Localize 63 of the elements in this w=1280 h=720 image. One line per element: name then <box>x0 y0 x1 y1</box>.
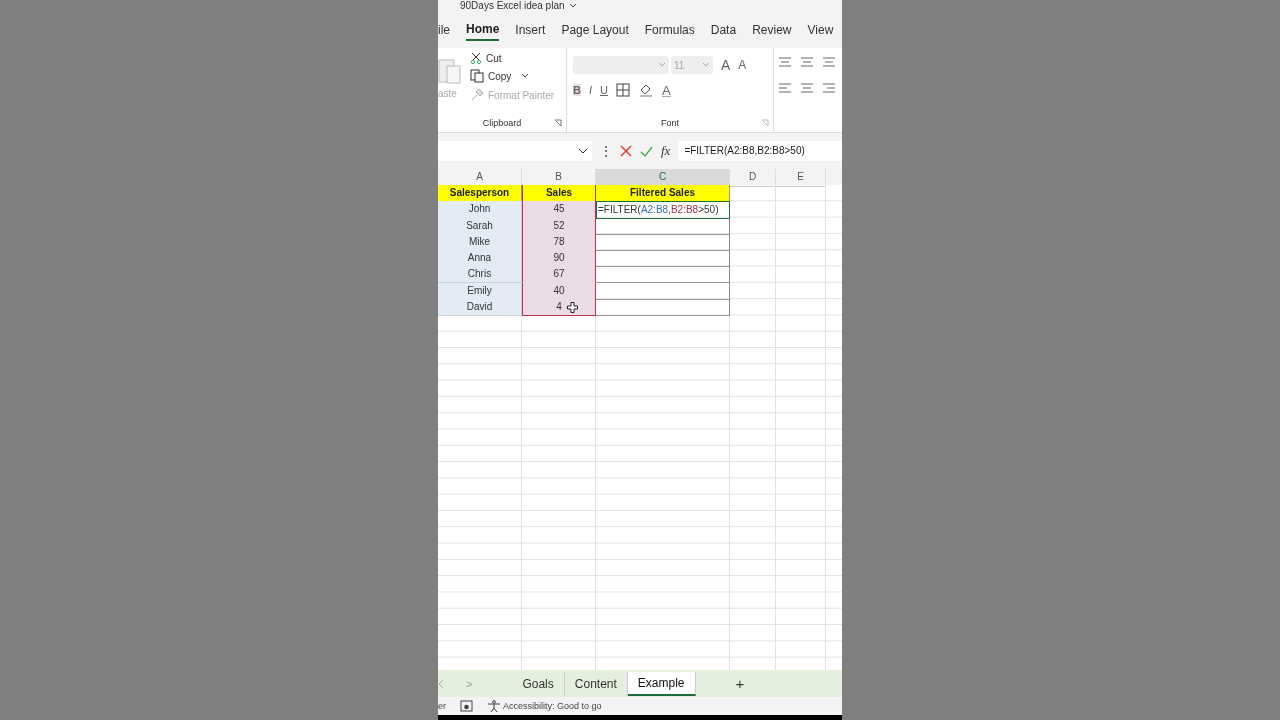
table-cell: 45 <box>522 201 596 220</box>
grow-font-button[interactable]: A <box>721 57 731 73</box>
underline-button[interactable]: U <box>600 84 608 96</box>
camera-icon[interactable] <box>460 700 473 712</box>
sheet-tab[interactable]: Example <box>627 671 696 696</box>
ribbon-tab[interactable]: View <box>807 20 834 40</box>
align-icon[interactable] <box>800 82 814 94</box>
caret-icon[interactable] <box>521 73 530 79</box>
chevron-icon[interactable] <box>568 3 577 9</box>
check-icon[interactable] <box>640 145 653 157</box>
shrink-font-button[interactable]: A <box>738 58 747 72</box>
align-icon[interactable] <box>778 56 792 68</box>
group-label: Font <box>661 118 679 128</box>
table-cell: Chris <box>438 266 522 284</box>
fill-bucket-icon[interactable] <box>637 82 654 98</box>
cancel-icon[interactable] <box>620 145 632 157</box>
align-icon[interactable] <box>822 56 836 68</box>
align-icon[interactable] <box>800 56 814 68</box>
ribbon-tab[interactable]: Page Layout <box>561 20 629 40</box>
ribbon-tab[interactable]: ile <box>438 20 450 40</box>
align-icon[interactable] <box>822 82 836 94</box>
font-name-field[interactable] <box>573 56 669 74</box>
copy-button[interactable]: Copy <box>488 70 512 82</box>
ribbon-tab[interactable]: Data <box>710 20 737 40</box>
cursor-icon <box>567 302 578 314</box>
launcher-icon[interactable] <box>554 119 562 127</box>
formula-field[interactable]: =FILTER(A2:B8,B2:B8>50) <box>678 141 842 161</box>
caret-icon <box>578 147 588 155</box>
table-cell: John <box>438 201 522 220</box>
ribbon-tab[interactable]: Home <box>466 19 500 41</box>
table-cell: 67 <box>522 266 596 284</box>
status-text: er <box>438 701 446 711</box>
accessibility-icon <box>487 699 501 713</box>
window-title: 90Days Excel idea plan <box>460 0 565 12</box>
brush-icon[interactable] <box>470 88 484 102</box>
copy-icon[interactable] <box>470 69 484 83</box>
ribbon-tab[interactable]: Formulas <box>644 20 695 40</box>
borders-icon[interactable] <box>615 83 630 97</box>
scissors-icon[interactable] <box>470 52 482 64</box>
ribbon-tab[interactable]: Review <box>752 20 792 40</box>
table-cell: David <box>438 299 522 317</box>
bold-button[interactable]: B <box>573 84 581 96</box>
sheet-tab[interactable]: Content <box>564 671 628 696</box>
accessibility-status[interactable]: Accessibility: Good to go <box>487 699 602 713</box>
column-header[interactable]: D <box>730 169 776 187</box>
group-label: Clipboard <box>482 118 522 128</box>
more-icon[interactable]: ⋮ <box>600 144 612 158</box>
add-sheet-button[interactable]: + <box>735 675 745 692</box>
caret-icon <box>702 62 710 68</box>
table-cell: =FILTER(A2:B8,B2:B8>50) <box>596 201 730 220</box>
sheet-tab[interactable]: Goals <box>512 671 565 696</box>
cut-button[interactable]: Cut <box>486 52 502 64</box>
launcher-icon[interactable] <box>761 119 769 127</box>
insert-function-button[interactable]: fx <box>661 143 671 159</box>
italic-button[interactable]: I <box>588 84 592 96</box>
column-header[interactable]: E <box>776 169 826 187</box>
align-icon[interactable] <box>778 82 792 94</box>
ribbon-tab[interactable]: Insert <box>515 20 546 40</box>
scroll-left-icon[interactable] <box>438 678 444 689</box>
table-cell: 4 <box>522 299 596 317</box>
clipboard-icon[interactable] <box>438 56 462 86</box>
font-color-button[interactable]: A <box>661 82 671 98</box>
caret-icon <box>658 62 666 68</box>
